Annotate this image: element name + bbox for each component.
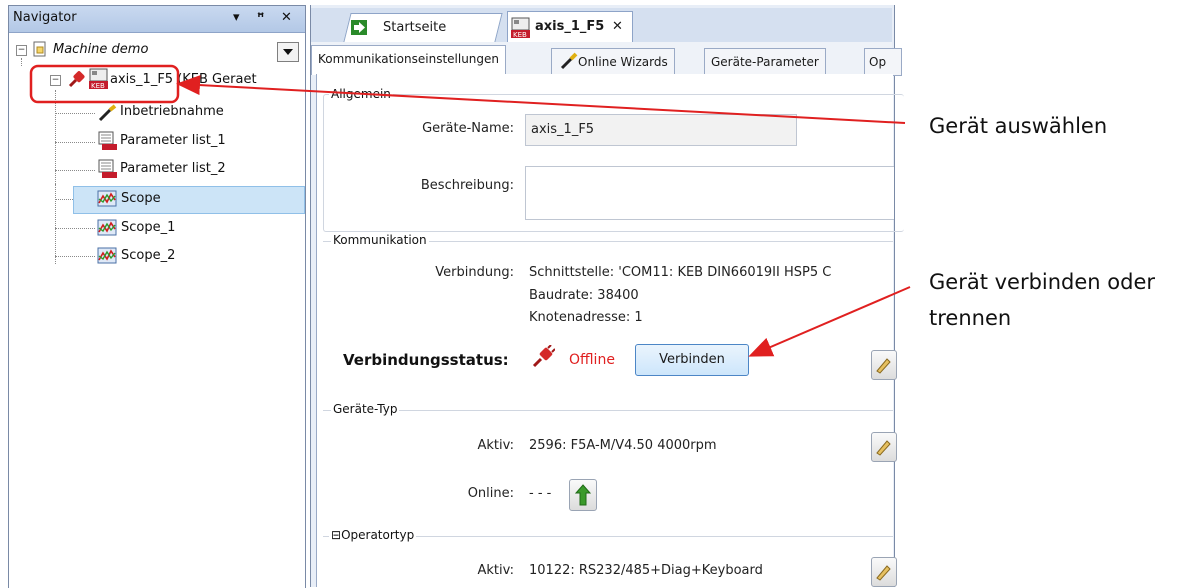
annotation-select-device: Gerät auswählen [929,114,1108,138]
annotation-highlight-box [29,64,180,104]
annotation-arrow-connect [748,286,911,357]
annotation-connect-device-line2: trennen [929,306,1012,330]
annotation-connect-device-line1: Gerät verbinden oder [929,270,1156,294]
annotation-arrow-select [176,75,906,124]
